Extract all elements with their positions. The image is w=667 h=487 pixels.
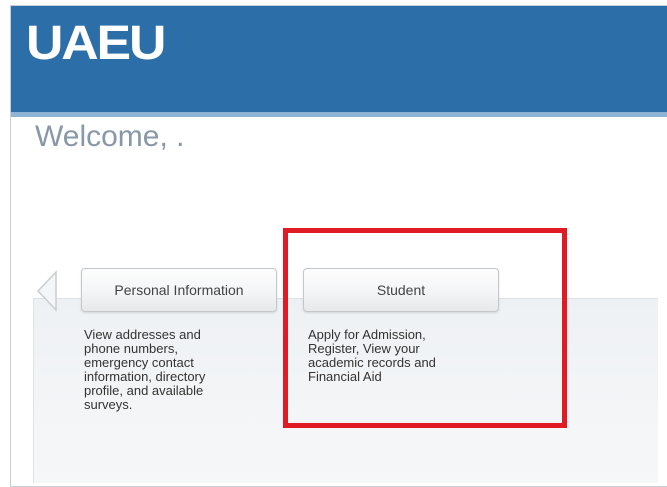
- header-divider: [11, 112, 667, 117]
- uaeu-logo: UAEU: [26, 17, 166, 70]
- header-banner: UAEU: [11, 6, 667, 112]
- highlight-box: [283, 228, 567, 428]
- personal-information-description: View addresses and phone numbers, emerge…: [84, 327, 206, 412]
- welcome-heading: Welcome, .: [35, 120, 185, 153]
- tab-personal-information[interactable]: Personal Information: [81, 268, 277, 312]
- chevron-left-icon[interactable]: [34, 270, 64, 312]
